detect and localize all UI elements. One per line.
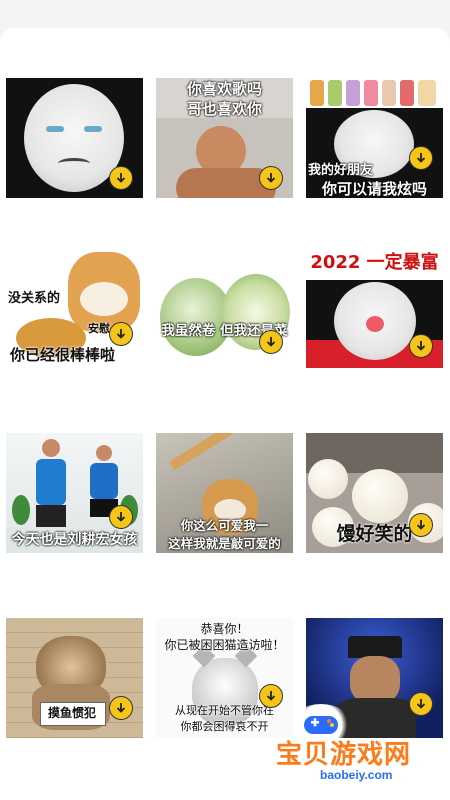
meme-caption: 你喜欢歌吗 [186, 80, 262, 98]
download-button[interactable] [109, 322, 133, 346]
meme-caption: 你这么可爱我一 [180, 518, 269, 533]
download-button[interactable] [109, 696, 133, 720]
meme-tile[interactable]: 你这么可爱我一 这样我就是敲可爱的 [156, 433, 293, 553]
download-arrow-icon [116, 703, 126, 713]
download-button[interactable] [259, 684, 283, 708]
download-button[interactable] [409, 146, 433, 170]
download-button[interactable] [109, 505, 133, 529]
download-arrow-icon [416, 699, 426, 709]
site-watermark: 宝贝游戏网 baobeiy.com [262, 704, 442, 790]
meme-caption: 今天也是刘耕宏女孩 [11, 532, 138, 548]
download-arrow-icon [416, 341, 426, 351]
download-button[interactable] [109, 166, 133, 190]
meme-caption: 你已经很棒棒啦 [10, 346, 116, 364]
download-button[interactable] [259, 330, 283, 354]
watermark-url: baobeiy.com [320, 768, 393, 782]
meme-tile[interactable]: 我的好朋友 你可以请我炫吗 [306, 78, 443, 198]
meme-tile[interactable]: 摸鱼惯犯 [6, 618, 143, 738]
meme-tile[interactable] [6, 78, 143, 198]
meme-tile[interactable]: 你喜欢歌吗 哥也喜欢你 [156, 78, 293, 198]
meme-caption: 你可以请我炫吗 [321, 180, 427, 198]
meme-caption: 这样我就是敲可爱的 [168, 536, 281, 551]
watermark-title: 宝贝游戏网 [276, 739, 412, 769]
download-arrow-icon [416, 520, 426, 530]
meme-caption: 哥也喜欢你 [186, 100, 262, 118]
download-button[interactable] [409, 513, 433, 537]
meme-caption: 摸鱼惯犯 [47, 706, 96, 720]
download-arrow-icon [116, 329, 126, 339]
download-button[interactable] [409, 692, 433, 716]
meme-tile[interactable]: 2022 一定暴富 [306, 248, 443, 368]
download-arrow-icon [266, 173, 276, 183]
download-button[interactable] [409, 334, 433, 358]
meme-caption: 2022 一定暴富 [310, 252, 439, 273]
download-arrow-icon [116, 173, 126, 183]
meme-tile[interactable]: 恭喜你！ 你已被困困猫造访啦！ 从现在开始不管你在 你都会困得哀不开 [156, 618, 293, 738]
download-arrow-icon [416, 153, 426, 163]
meme-tile[interactable]: 馒好笑的 [306, 433, 443, 553]
download-arrow-icon [266, 691, 276, 701]
meme-tile[interactable]: 今天也是刘耕宏女孩 [6, 433, 143, 553]
meme-caption: 安慰 [88, 322, 110, 335]
download-button[interactable] [259, 166, 283, 190]
download-arrow-icon [266, 337, 276, 347]
meme-caption: 你已被困困猫造访啦！ [164, 638, 285, 652]
download-arrow-icon [116, 512, 126, 522]
meme-tile[interactable]: 没关系的 安慰 你已经很棒棒啦 [6, 248, 143, 368]
meme-tile[interactable]: 我虽然卷 但我还是菜 [156, 248, 293, 368]
meme-caption: 没关系的 [8, 291, 61, 306]
